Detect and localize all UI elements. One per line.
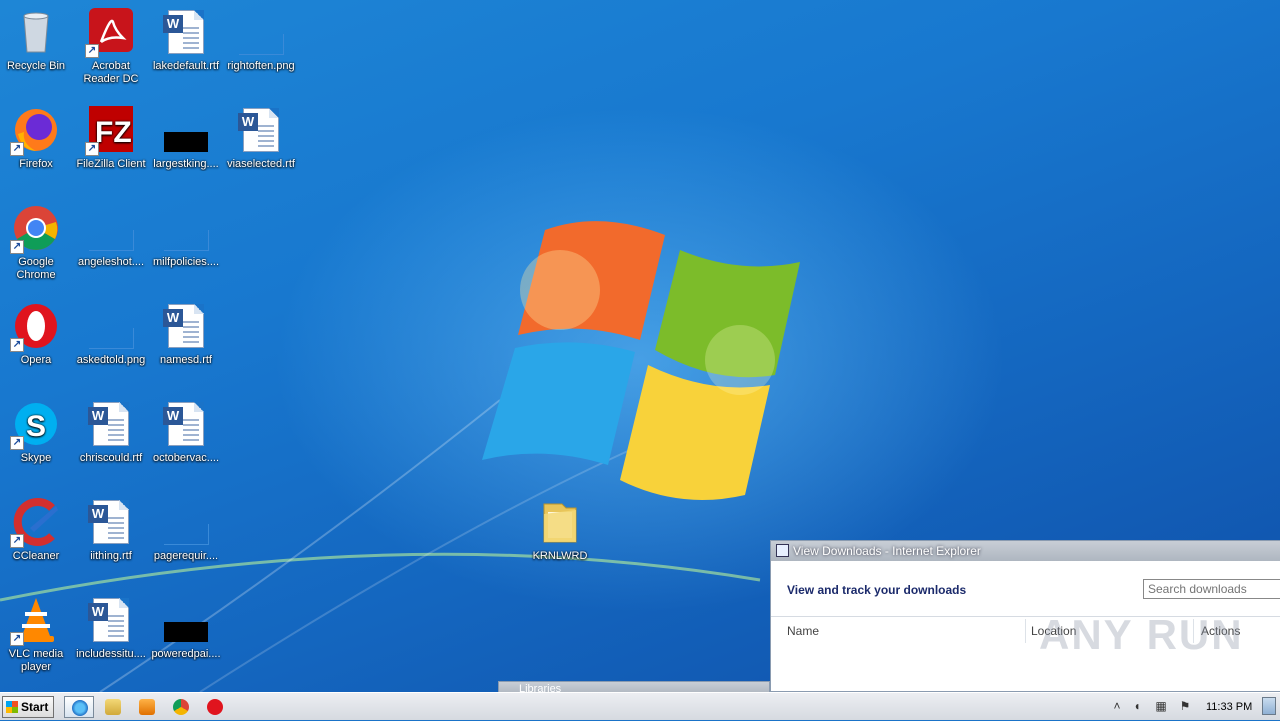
svg-text:FZ: FZ xyxy=(95,116,132,149)
network-icon[interactable]: ▦ xyxy=(1154,699,1168,713)
shortcut-arrow-icon: ↗ xyxy=(10,338,24,352)
desktop-icon-filezilla[interactable]: FZ ↗ FileZilla Client xyxy=(73,100,149,190)
desktop-icon-angeleshot[interactable]: angeleshot.... xyxy=(73,198,149,288)
shortcut-arrow-icon: ↗ xyxy=(10,142,24,156)
desktop-icon-firefox[interactable]: ↗ Firefox xyxy=(0,100,74,190)
taskbar-opera[interactable] xyxy=(200,696,230,718)
desktop-icon-pagerequir[interactable]: pagerequir.... xyxy=(148,492,224,582)
desktop-icon-poweredpai[interactable]: poweredpai.... xyxy=(148,590,224,680)
volume-icon[interactable]: ◖ xyxy=(1130,699,1144,713)
downloads-heading: View and track your downloads xyxy=(787,583,967,597)
desktop-icon-opera[interactable]: ↗ Opera xyxy=(0,296,74,386)
black-image-icon xyxy=(162,596,210,644)
action-center-flag-icon[interactable]: ⚑ xyxy=(1178,699,1192,713)
png-file-icon xyxy=(162,498,210,546)
desktop-icon-recycle-bin[interactable]: Recycle Bin xyxy=(0,2,74,92)
desktop-icon-chriscould[interactable]: W chriscould.rtf xyxy=(73,394,149,484)
shortcut-arrow-icon: ↗ xyxy=(10,240,24,254)
windows-flag-icon xyxy=(6,701,18,713)
png-file-icon xyxy=(162,204,210,252)
desktop-icon-vlc[interactable]: ↗ VLC media player xyxy=(0,590,74,680)
shortcut-arrow-icon: ↗ xyxy=(85,44,99,58)
desktop-icon-krnlwrd[interactable]: KRNLWRD xyxy=(522,492,598,582)
firefox-icon: ↗ xyxy=(10,106,60,156)
svg-text:S: S xyxy=(26,410,46,443)
desktop-icon-includessitu[interactable]: W includessitu.... xyxy=(73,590,149,680)
shortcut-arrow-icon: ↗ xyxy=(10,436,24,450)
taskbar-chrome[interactable] xyxy=(166,696,196,718)
desktop-icon-ccleaner[interactable]: ↗ CCleaner xyxy=(0,492,74,582)
taskbar-media-player[interactable] xyxy=(132,696,162,718)
desktop-icon-viaselected[interactable]: W viaselected.rtf xyxy=(223,100,299,190)
png-file-icon xyxy=(87,302,135,350)
opera-icon xyxy=(207,699,223,715)
taskbar-internet-explorer[interactable] xyxy=(64,696,94,718)
png-file-icon xyxy=(87,204,135,252)
desktop-icon-octobervac[interactable]: W octobervac.... xyxy=(148,394,224,484)
show-hidden-icons-icon[interactable]: ˄ xyxy=(1110,699,1124,713)
rtf-document-icon: W xyxy=(87,498,135,546)
start-button[interactable]: Start xyxy=(2,696,54,718)
desktop-icon-chrome[interactable]: ↗ Google Chrome xyxy=(0,198,74,288)
desktop-icon-askedtold[interactable]: askedtold.png xyxy=(73,296,149,386)
ccleaner-icon: ↗ xyxy=(10,498,60,548)
desktop-icon-acrobat[interactable]: ↗ Acrobat Reader DC xyxy=(73,2,149,92)
rtf-document-icon: W xyxy=(162,8,210,56)
anyrun-watermark: ANY RUN xyxy=(1039,611,1244,658)
rtf-document-icon: W xyxy=(87,400,135,448)
search-downloads-input[interactable] xyxy=(1143,579,1280,599)
column-header-name[interactable]: Name xyxy=(787,624,819,638)
desktop-icon-lakedefault[interactable]: W lakedefault.rtf xyxy=(148,2,224,92)
column-separator[interactable] xyxy=(1025,619,1026,643)
view-downloads-window[interactable]: View Downloads - Internet Explorer View … xyxy=(770,540,1280,692)
downloads-window-icon xyxy=(776,544,789,557)
chrome-icon: ↗ xyxy=(10,204,60,254)
desktop-icon-skype[interactable]: S ↗ Skype xyxy=(0,394,74,484)
chrome-icon xyxy=(173,699,189,715)
acrobat-reader-icon: ↗ xyxy=(85,8,135,58)
explorer-icon xyxy=(105,699,121,715)
window-title: View Downloads - Internet Explorer xyxy=(793,544,981,558)
shortcut-arrow-icon: ↗ xyxy=(10,534,24,548)
desktop-icon-iithing[interactable]: W iithing.rtf xyxy=(73,492,149,582)
window-titlebar[interactable]: View Downloads - Internet Explorer xyxy=(771,541,1280,561)
png-file-icon xyxy=(237,8,285,56)
rtf-document-icon: W xyxy=(87,596,135,644)
filezilla-icon: FZ ↗ xyxy=(85,106,135,156)
shortcut-arrow-icon: ↗ xyxy=(10,632,24,646)
taskbar-explorer[interactable] xyxy=(98,696,128,718)
rtf-document-icon: W xyxy=(162,302,210,350)
show-desktop-button[interactable] xyxy=(1262,697,1276,715)
media-player-icon xyxy=(139,699,155,715)
desktop-icon-milfpolicies[interactable]: milfpolicies.... xyxy=(148,198,224,288)
shortcut-arrow-icon: ↗ xyxy=(85,142,99,156)
internet-explorer-icon xyxy=(72,700,88,716)
start-label: Start xyxy=(21,700,49,714)
desktop-icon-namesd[interactable]: W namesd.rtf xyxy=(148,296,224,386)
recycle-bin-icon xyxy=(12,8,60,56)
taskbar: Start ˄ ◖ ▦ ⚑ 11:33 PM xyxy=(0,692,1280,720)
rtf-document-icon: W xyxy=(162,400,210,448)
desktop-icon-rightoften[interactable]: rightoften.png xyxy=(223,2,299,92)
clock[interactable]: 11:33 PM xyxy=(1206,693,1252,721)
vlc-icon: ↗ xyxy=(10,596,60,646)
rtf-document-icon: W xyxy=(237,106,285,154)
desktop-icon-largestking[interactable]: largestking.... xyxy=(148,100,224,190)
skype-icon: S ↗ xyxy=(10,400,60,450)
folder-icon xyxy=(536,498,584,546)
opera-icon: ↗ xyxy=(10,302,60,352)
black-image-icon xyxy=(162,106,210,154)
